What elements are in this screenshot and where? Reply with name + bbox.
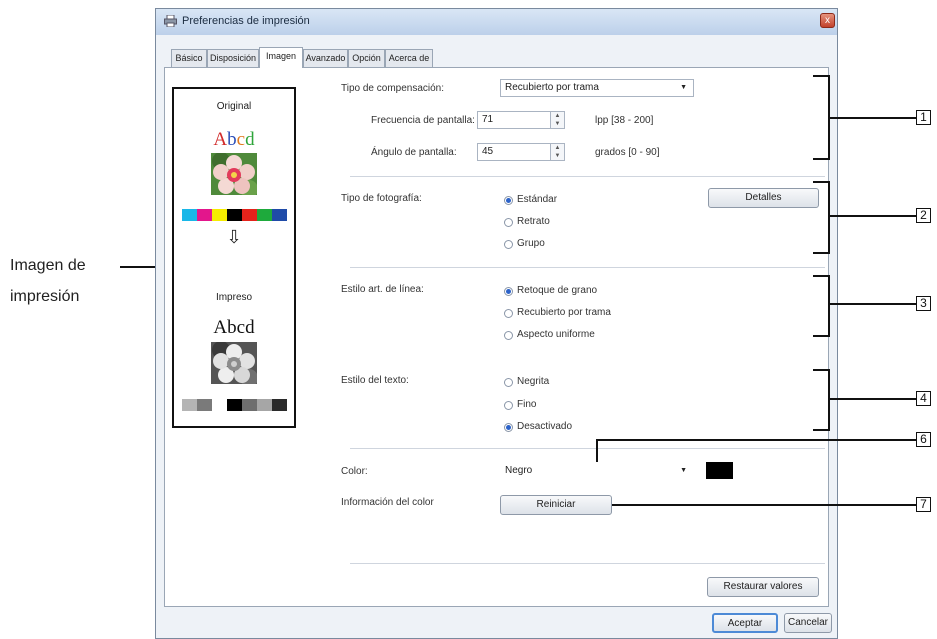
line-art-radio-uniforme[interactable] xyxy=(504,331,513,340)
tab-disposicion[interactable]: Disposición xyxy=(207,49,259,67)
photo-option-estandar[interactable]: Estándar xyxy=(517,194,557,205)
callout-bracket-3 xyxy=(813,275,830,337)
photo-radio-estandar[interactable] xyxy=(504,196,513,205)
printed-gray-swatches xyxy=(182,399,287,411)
photo-radio-retrato[interactable] xyxy=(504,218,513,227)
callout-label-line2: impresión xyxy=(10,288,80,305)
callout-label-line1: Imagen de xyxy=(10,257,86,274)
callout-leader-1 xyxy=(830,117,916,119)
ok-button[interactable]: Aceptar xyxy=(712,613,778,633)
callout-leader-4 xyxy=(830,398,916,400)
callout-number-6: 6 xyxy=(916,432,931,447)
cancel-button[interactable]: Cancelar xyxy=(784,613,832,633)
line-art-option-uniforme[interactable]: Aspecto uniforme xyxy=(517,329,595,340)
callout-number-4: 4 xyxy=(916,391,931,406)
printed-label: Impreso xyxy=(215,292,253,303)
color-info-label: Información del color xyxy=(341,497,434,508)
restore-defaults-button[interactable]: Restaurar valores xyxy=(707,577,819,597)
section-divider xyxy=(350,267,825,268)
callout-leader-7 xyxy=(612,504,916,506)
section-divider xyxy=(350,448,825,449)
line-art-radio-recubierto[interactable] xyxy=(504,309,513,318)
screen-frequency-range: lpp [38 - 200] xyxy=(595,115,654,126)
color-select[interactable]: Negro ▼ xyxy=(500,462,694,480)
text-radio-fino[interactable] xyxy=(504,401,513,410)
text-option-desactivado[interactable]: Desactivado xyxy=(517,421,572,432)
color-swatch xyxy=(706,462,733,479)
photo-option-grupo[interactable]: Grupo xyxy=(517,238,545,249)
line-art-label: Estilo art. de línea: xyxy=(341,284,424,295)
color-value: Negro xyxy=(505,465,533,476)
chevron-down-icon: ▼ xyxy=(680,467,687,474)
screen-angle-input[interactable]: 45 xyxy=(477,143,551,161)
tab-imagen[interactable]: Imagen xyxy=(259,47,303,68)
compensation-type-value: Recubierto por trama xyxy=(505,82,599,93)
callout-number-1: 1 xyxy=(916,110,931,125)
original-label: Original xyxy=(216,101,252,112)
close-icon[interactable]: x xyxy=(820,13,835,28)
screen-angle-label: Ángulo de pantalla: xyxy=(371,147,457,158)
callout-leader-2 xyxy=(830,215,916,217)
photo-radio-grupo[interactable] xyxy=(504,240,513,249)
text-radio-desactivado[interactable] xyxy=(504,423,513,432)
tab-opcion[interactable]: Opción xyxy=(348,49,385,67)
callout-leader-3 xyxy=(830,303,916,305)
compensation-type-label: Tipo de compensación: xyxy=(341,83,445,94)
callout-number-7: 7 xyxy=(916,497,931,512)
section-divider xyxy=(350,176,825,177)
tab-acerca-de[interactable]: Acerca de xyxy=(385,49,433,67)
line-art-option-recubierto[interactable]: Recubierto por trama xyxy=(517,307,611,318)
photo-option-retrato[interactable]: Retrato xyxy=(517,216,550,227)
tab-basico[interactable]: Básico xyxy=(171,49,207,67)
line-art-radio-retoque[interactable] xyxy=(504,287,513,296)
compensation-type-select[interactable]: Recubierto por trama ▼ xyxy=(500,79,694,97)
window-title: Preferencias de impresión xyxy=(182,15,310,27)
tab-avanzado[interactable]: Avanzado xyxy=(303,49,348,67)
printer-icon xyxy=(164,15,177,27)
callout-number-3: 3 xyxy=(916,296,931,311)
frequency-stepper-icon[interactable]: ▲ ▼ xyxy=(551,111,565,129)
details-button[interactable]: Detalles xyxy=(708,188,819,208)
screen-angle-range: grados [0 - 90] xyxy=(595,147,660,158)
title-bar: Preferencias de impresión x xyxy=(156,9,837,35)
down-arrow-icon: ⇩ xyxy=(226,227,242,247)
original-color-swatches xyxy=(182,209,287,221)
text-style-label: Estilo del texto: xyxy=(341,375,409,386)
callout-bracket-1 xyxy=(813,75,830,160)
text-option-fino[interactable]: Fino xyxy=(517,399,536,410)
line-art-option-retoque[interactable]: Retoque de grano xyxy=(517,285,597,296)
color-label: Color: xyxy=(341,466,368,477)
section-divider xyxy=(350,563,825,564)
text-option-negrita[interactable]: Negrita xyxy=(517,376,549,387)
callout-number-2: 2 xyxy=(916,208,931,223)
screen-frequency-input[interactable]: 71 xyxy=(477,111,551,129)
print-preview-box: Original Abcd ⇩ Impreso Abcd xyxy=(172,87,296,428)
original-flower-image xyxy=(211,153,257,195)
original-text-sample: Abcd xyxy=(213,129,255,150)
callout-leader-6 xyxy=(596,439,916,441)
callout-bracket-4 xyxy=(813,369,830,431)
printed-flower-image xyxy=(211,342,257,384)
reset-button[interactable]: Reiniciar xyxy=(500,495,612,515)
callout-leader-6-vertical xyxy=(596,440,598,462)
chevron-down-icon: ▼ xyxy=(680,84,687,91)
angle-stepper-icon[interactable]: ▲ ▼ xyxy=(551,143,565,161)
text-radio-negrita[interactable] xyxy=(504,378,513,387)
photo-type-label: Tipo de fotografía: xyxy=(341,193,422,204)
screen-frequency-label: Frecuencia de pantalla: xyxy=(371,115,475,126)
printed-text-sample: Abcd xyxy=(213,317,255,338)
callout-bracket-2 xyxy=(813,181,830,254)
